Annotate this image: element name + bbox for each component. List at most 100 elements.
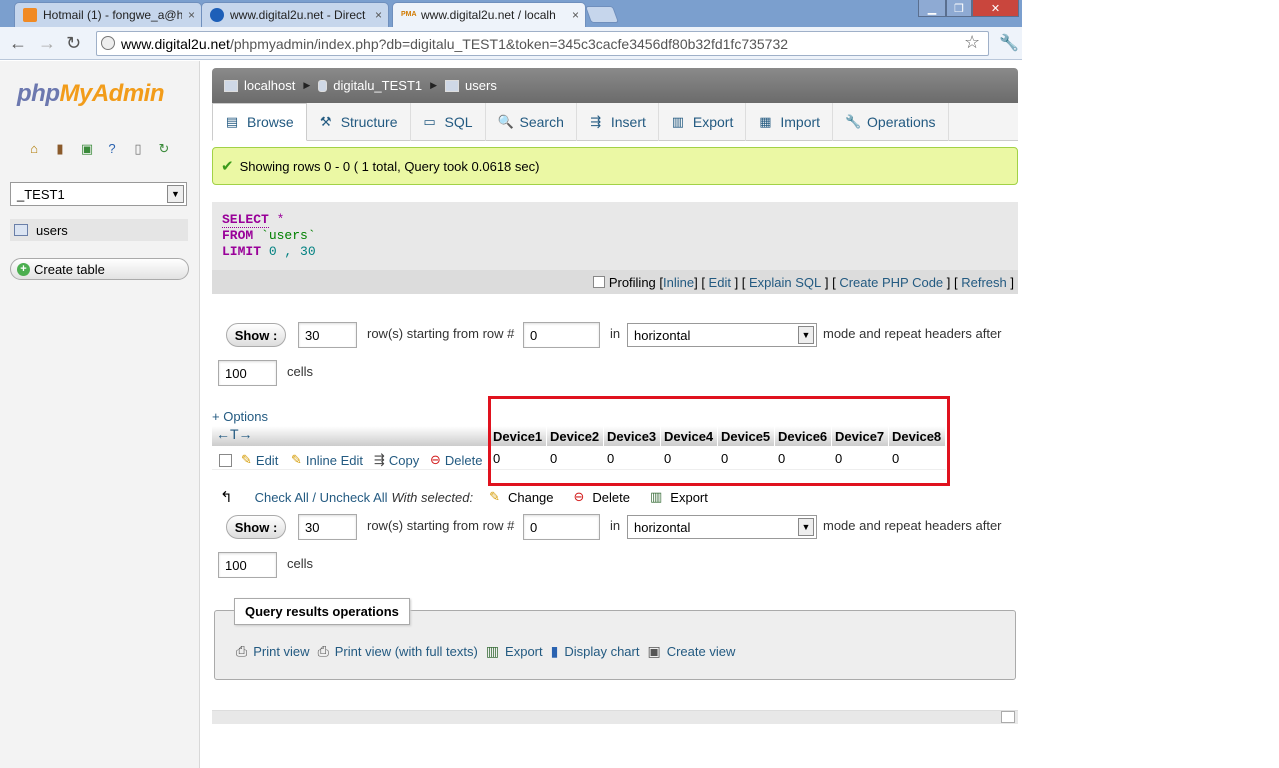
change-selected-button[interactable]: ✎ Change <box>489 489 553 505</box>
tab-search[interactable]: 🔍 Search <box>486 103 577 141</box>
maximize-button[interactable]: ❐ <box>946 0 972 17</box>
sidebar-item-users[interactable]: users <box>10 219 188 241</box>
back-arrow-icon[interactable]: ← <box>9 33 27 54</box>
profiling-checkbox[interactable] <box>592 276 605 288</box>
rows-label-bottom: row(s) starting from row # <box>367 518 515 533</box>
query-results-operations-title: Query results operations <box>234 598 410 625</box>
forward-arrow-icon[interactable]: → <box>38 33 56 54</box>
table-icon <box>445 79 460 92</box>
page-info-icon[interactable] <box>101 36 115 50</box>
edit-sql-link[interactable]: Edit <box>709 275 731 290</box>
address-bar[interactable]: www.digital2u.net/phpmyadmin/index.php?d… <box>96 31 989 56</box>
rows-label-top: row(s) starting from row # <box>367 326 515 341</box>
phpmyadmin-logo[interactable]: phpMyAdmin <box>17 80 164 108</box>
print-view-full-link[interactable]: ⎙ Print view (with full texts) <box>318 643 478 660</box>
view-icon: ▣ <box>647 643 661 659</box>
tab-sql[interactable]: ▭ SQL <box>411 103 486 141</box>
tab-structure[interactable]: ⚒ Structure <box>307 103 411 141</box>
delete-icon: ⊖ <box>430 452 441 467</box>
browser-tab-hotmail[interactable]: Hotmail (1) - fongwe_a@h × <box>14 2 202 27</box>
row-checkbox[interactable] <box>219 454 232 467</box>
in-label-top: in <box>610 326 621 341</box>
rows-count-input-top[interactable]: 30 <box>298 322 357 348</box>
structure-icon: ⚒ <box>319 114 332 129</box>
row-edit-link[interactable]: ✎ Edit <box>241 452 278 468</box>
database-icon <box>318 79 328 92</box>
display-mode-select-top[interactable]: horizontal ▼ <box>627 323 817 347</box>
export-link[interactable]: ▥ Export <box>486 643 543 660</box>
inline-link[interactable]: Inline <box>663 275 694 290</box>
url-path: /phpmyadmin/index.php?db=digitalu_TEST1&… <box>229 35 789 52</box>
row-copy-link[interactable]: ⇶ Copy <box>374 452 419 468</box>
reload-icon[interactable]: ↻ <box>66 33 81 54</box>
chevron-down-icon: ▼ <box>798 326 814 344</box>
sql-icon: ▭ <box>423 114 436 129</box>
refresh-link[interactable]: Refresh <box>961 275 1007 290</box>
tab-insert[interactable]: ⇶ Insert <box>577 103 659 141</box>
query-window-icon[interactable]: ▣ <box>79 141 95 157</box>
bookmark-star-icon[interactable]: ☆ <box>964 32 980 53</box>
sql-links-bar: Profiling [Inline] [ Edit ] [ Explain SQ… <box>212 270 1018 294</box>
sql-query-text-area <box>212 202 1018 270</box>
rows-count-input-bottom[interactable]: 30 <box>298 514 357 540</box>
close-tab-icon[interactable]: × <box>572 8 579 22</box>
logout-icon[interactable]: ▮ <box>52 141 68 157</box>
repeat-headers-input-bottom[interactable]: 100 <box>218 552 277 578</box>
help-icon[interactable]: ? <box>104 141 120 157</box>
browse-icon: ▤ <box>225 114 239 129</box>
tab-import[interactable]: ▦ Import <box>746 103 834 141</box>
tab-operations[interactable]: 🔧 Operations <box>833 103 949 141</box>
row-delete-link[interactable]: ⊖ Delete <box>430 452 482 468</box>
breadcrumb-separator-icon: ▶ <box>303 80 311 90</box>
create-php-code-link[interactable]: Create PHP Code <box>839 275 943 290</box>
start-row-input-top[interactable]: 0 <box>523 322 600 348</box>
cells-label-top: cells <box>287 364 314 379</box>
explain-sql-link[interactable]: Explain SQL <box>749 275 821 290</box>
close-window-button[interactable]: ✕ <box>972 0 1019 17</box>
printer-icon: ⎙ <box>317 643 329 659</box>
reload-nav-icon[interactable]: ↻ <box>156 141 172 157</box>
print-view-link[interactable]: ⎙ Print view <box>236 643 310 660</box>
tab-export[interactable]: ▥ Export <box>659 103 747 141</box>
pencil-icon: ✎ <box>489 489 500 504</box>
browser-tab-phpmyadmin[interactable]: PMA www.digital2u.net / localh × <box>392 2 586 27</box>
minimize-button[interactable]: ▁ <box>918 0 946 17</box>
globe-favicon-icon <box>210 8 224 22</box>
delete-icon: ⊖ <box>573 489 585 504</box>
docs-icon[interactable]: ▯ <box>130 141 146 157</box>
bar-chart-icon: ▮ <box>550 643 559 659</box>
options-link[interactable]: + Options <box>212 409 268 424</box>
export-icon: ▥ <box>671 114 685 129</box>
inline-edit-icon: ✎ <box>291 452 302 467</box>
breadcrumb-table[interactable]: users <box>465 78 497 93</box>
delete-selected-button[interactable]: ⊖ Delete <box>574 489 630 505</box>
close-tab-icon[interactable]: × <box>188 8 195 22</box>
search-icon: 🔍 <box>497 114 514 129</box>
start-row-input-bottom[interactable]: 0 <box>523 514 600 540</box>
row-inline-edit-link[interactable]: ✎ Inline Edit <box>291 452 363 468</box>
create-table-button[interactable]: + Create table <box>10 258 189 280</box>
display-mode-select-bottom[interactable]: horizontal ▼ <box>627 515 817 539</box>
close-tab-icon[interactable]: × <box>375 8 382 22</box>
column-arrows-icon[interactable]: ←T→ <box>216 426 253 442</box>
check-all-link[interactable]: Check All / Uncheck All <box>255 490 388 505</box>
pencil-icon: ✎ <box>241 452 252 467</box>
hotmail-favicon-icon <box>23 8 37 22</box>
page-settings-icon[interactable] <box>1001 711 1015 723</box>
sql-line-select: SELECT * <box>222 212 285 228</box>
display-chart-link[interactable]: ▮ Display chart <box>551 643 640 660</box>
export-selected-button[interactable]: ▥ Export <box>650 489 708 505</box>
browser-tab-digital2u[interactable]: www.digital2u.net - Direct × <box>201 2 389 27</box>
database-select[interactable]: _TEST1 ▼ <box>10 182 187 206</box>
wrench-menu-icon[interactable]: 🔧 <box>999 33 1019 53</box>
show-button-bottom[interactable]: Show : <box>226 515 286 539</box>
breadcrumb-server[interactable]: localhost <box>244 78 295 93</box>
tab-browse[interactable]: ▤ Browse <box>212 103 307 141</box>
show-button-top[interactable]: Show : <box>226 323 286 347</box>
new-tab-button[interactable] <box>584 6 620 23</box>
breadcrumb-database[interactable]: digitalu_TEST1 <box>333 78 422 93</box>
create-view-link[interactable]: ▣ Create view <box>647 643 735 660</box>
breadcrumb: localhost ▶ digitalu_TEST1 ▶ users <box>212 68 1018 103</box>
repeat-headers-input-top[interactable]: 100 <box>218 360 277 386</box>
home-icon[interactable]: ⌂ <box>26 141 42 157</box>
